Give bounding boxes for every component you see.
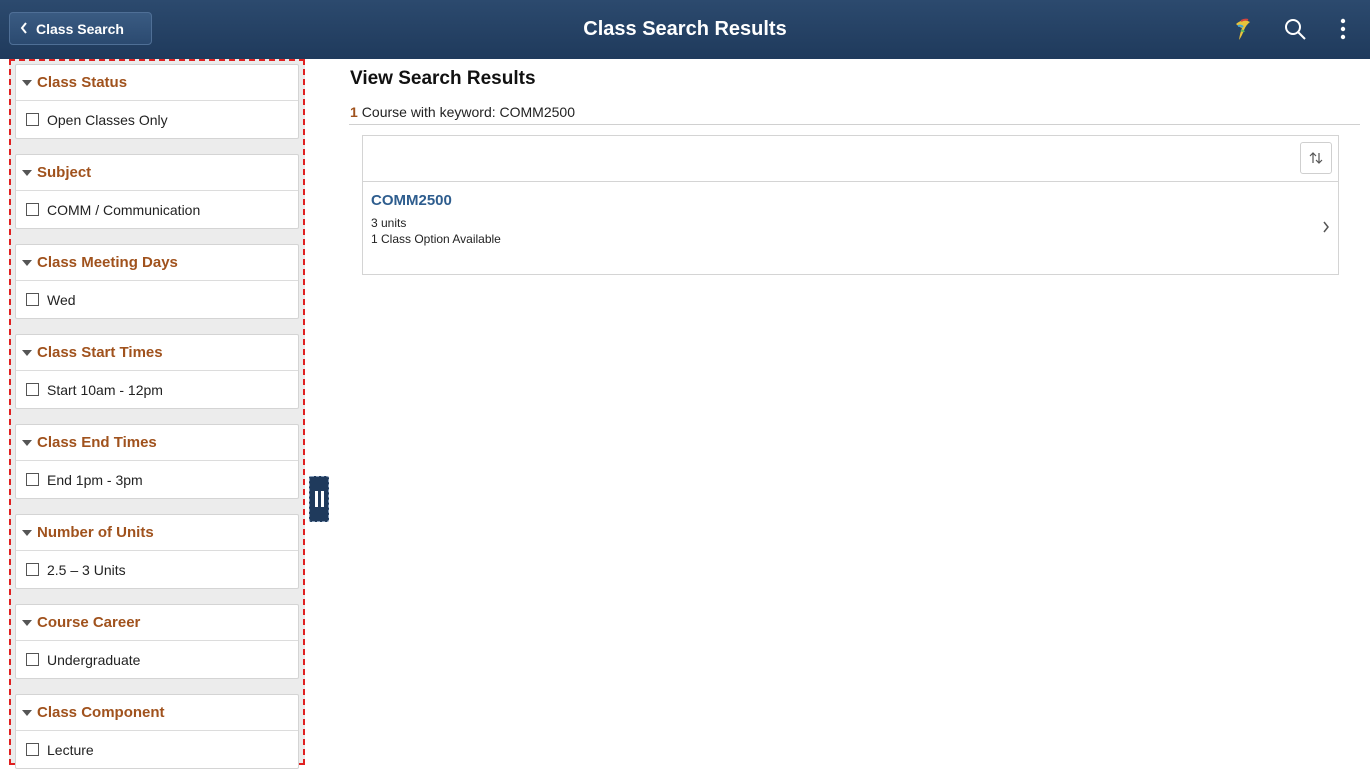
- facet-header[interactable]: Class Start Times: [16, 335, 298, 371]
- facet-header[interactable]: Number of Units: [16, 515, 298, 551]
- divider: [349, 124, 1360, 125]
- back-button-label: Class Search: [36, 20, 124, 37]
- facet-option-label: COMM / Communication: [47, 201, 201, 218]
- checkbox[interactable]: [26, 203, 39, 216]
- facet-header[interactable]: Class Component: [16, 695, 298, 731]
- facet-title: Class End Times: [37, 434, 157, 451]
- checkbox[interactable]: [26, 473, 39, 486]
- page-title: Class Search Results: [583, 18, 787, 40]
- facet-header[interactable]: Class Status: [16, 65, 298, 101]
- list-item[interactable]: COMM2500 3 units 1 Class Option Availabl…: [363, 182, 1338, 274]
- facet-header[interactable]: Course Career: [16, 605, 298, 641]
- caret-down-icon: [22, 169, 32, 176]
- facet-class-component: Class Component Lecture: [15, 694, 299, 769]
- facet-option[interactable]: End 1pm - 3pm: [16, 461, 298, 498]
- caret-down-icon: [22, 439, 32, 446]
- facet-title: Class Start Times: [37, 344, 163, 361]
- search-icon[interactable]: [1280, 14, 1310, 44]
- results-list: COMM2500 3 units 1 Class Option Availabl…: [362, 135, 1339, 275]
- sort-button[interactable]: [1300, 142, 1332, 174]
- facet-option[interactable]: Start 10am - 12pm: [16, 371, 298, 408]
- facet-title: Class Component: [37, 704, 165, 721]
- facet-header[interactable]: Class End Times: [16, 425, 298, 461]
- facet-option[interactable]: 2.5 – 3 Units: [16, 551, 298, 588]
- facet-option[interactable]: Undergraduate: [16, 641, 298, 678]
- results-title: View Search Results: [350, 68, 536, 89]
- checkbox[interactable]: [26, 113, 39, 126]
- course-code[interactable]: COMM2500: [371, 192, 452, 209]
- checkbox[interactable]: [26, 383, 39, 396]
- facet-class-meeting-days: Class Meeting Days Wed: [15, 244, 299, 319]
- chevron-right-icon[interactable]: [1322, 220, 1330, 239]
- caret-down-icon: [22, 709, 32, 716]
- facet-header[interactable]: Class Meeting Days: [16, 245, 298, 281]
- facet-option[interactable]: Lecture: [16, 731, 298, 768]
- facet-option-label: 2.5 – 3 Units: [47, 561, 126, 578]
- checkbox[interactable]: [26, 293, 39, 306]
- facet-title: Subject: [37, 164, 92, 181]
- caret-down-icon: [22, 79, 32, 86]
- facet-number-of-units: Number of Units 2.5 – 3 Units: [15, 514, 299, 589]
- facet-option-label: Open Classes Only: [47, 111, 168, 128]
- result-count-text: Course with keyword: COMM2500: [361, 104, 575, 120]
- filter-sidebar: Class Status Open Classes Only Subject C…: [9, 59, 305, 769]
- logo-icon[interactable]: [1228, 14, 1258, 44]
- sort-icon: [1309, 152, 1323, 164]
- back-button[interactable]: Class Search: [9, 12, 152, 45]
- facet-title: Course Career: [37, 614, 141, 631]
- facet-option-label: Start 10am - 12pm: [47, 381, 163, 398]
- caret-down-icon: [22, 349, 32, 356]
- facet-option[interactable]: Wed: [16, 281, 298, 318]
- header-bar: Class Search Results Class Search: [0, 0, 1370, 59]
- facet-class-status: Class Status Open Classes Only: [15, 64, 299, 139]
- checkbox[interactable]: [26, 653, 39, 666]
- pause-icon: [314, 491, 318, 507]
- facet-title: Class Meeting Days: [37, 254, 178, 271]
- course-units: 3 units: [371, 216, 407, 230]
- facet-class-end-times: Class End Times End 1pm - 3pm: [15, 424, 299, 499]
- collapse-sidebar-handle[interactable]: [309, 476, 329, 522]
- result-count-number: 1: [350, 104, 358, 120]
- facet-header[interactable]: Subject: [16, 155, 298, 191]
- facet-option[interactable]: COMM / Communication: [16, 191, 298, 228]
- caret-down-icon: [22, 619, 32, 626]
- chevron-left-icon: [20, 21, 28, 37]
- result-count: 1 Course with keyword: COMM2500: [350, 104, 575, 120]
- caret-down-icon: [22, 259, 32, 266]
- facet-subject: Subject COMM / Communication: [15, 154, 299, 229]
- more-vertical-icon[interactable]: [1328, 14, 1358, 44]
- facet-option-label: Wed: [47, 291, 76, 308]
- facet-title: Class Status: [37, 74, 128, 91]
- facet-class-start-times: Class Start Times Start 10am - 12pm: [15, 334, 299, 409]
- results-toolbar: [363, 136, 1338, 182]
- facet-option-label: Lecture: [47, 741, 94, 758]
- facet-option[interactable]: Open Classes Only: [16, 101, 298, 138]
- facet-option-label: End 1pm - 3pm: [47, 471, 143, 488]
- caret-down-icon: [22, 529, 32, 536]
- checkbox[interactable]: [26, 743, 39, 756]
- facet-course-career: Course Career Undergraduate: [15, 604, 299, 679]
- facet-option-label: Undergraduate: [47, 651, 141, 668]
- checkbox[interactable]: [26, 563, 39, 576]
- course-options: 1 Class Option Available: [371, 232, 501, 246]
- facet-title: Number of Units: [37, 524, 154, 541]
